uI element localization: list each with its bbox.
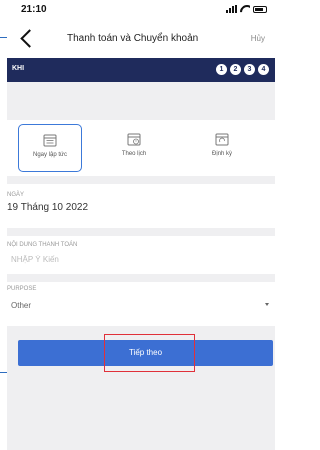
step-2: 2 <box>230 64 241 75</box>
wifi-icon <box>240 5 250 13</box>
option-immediate-label: Ngay lập tức <box>32 152 68 158</box>
step-3: 3 <box>244 64 255 75</box>
date-label: NGÀY <box>7 192 25 198</box>
phone-screen: 21:10 Thanh toán và Chuyển khoản Hủy KHI… <box>7 0 275 450</box>
page-title: Thanh toán và Chuyển khoản <box>67 33 199 44</box>
option-scheduled[interactable]: Theo lịch <box>102 124 166 172</box>
status-bar: 21:10 <box>7 0 275 20</box>
signal-icon <box>226 5 237 13</box>
status-icons <box>226 5 267 13</box>
date-value: 19 Tháng 10 2022 <box>7 202 89 213</box>
purpose-select[interactable]: Other <box>11 298 269 314</box>
calendar-list-icon <box>43 134 57 147</box>
option-scheduled-label: Theo lịch <box>121 151 147 157</box>
schedule-options: Ngay lập tức Theo lịch Định kỳ <box>7 120 275 176</box>
payment-content-field: NỘI DUNG THANH TOÁN <box>7 236 275 274</box>
option-recurring-label: Định kỳ <box>211 151 232 157</box>
step-indicators: 1 2 3 4 <box>216 64 269 75</box>
highlight-box <box>104 334 195 372</box>
caret-down-icon <box>265 303 269 306</box>
calendar-clock-icon <box>127 133 141 146</box>
calendar-repeat-icon <box>215 133 229 146</box>
purpose-field: PURPOSE Other <box>7 282 275 326</box>
purpose-value: Other <box>11 301 32 310</box>
battery-icon <box>253 5 267 13</box>
payment-content-input[interactable] <box>11 255 251 264</box>
date-field[interactable]: NGÀY 19 Tháng 10 2022 <box>7 184 275 228</box>
step-1: 1 <box>216 64 227 75</box>
purpose-label: PURPOSE <box>7 286 37 292</box>
back-chevron-icon[interactable] <box>17 26 41 50</box>
step-4: 4 <box>258 64 269 75</box>
status-time: 21:10 <box>21 4 47 15</box>
payment-content-label: NỘI DUNG THANH TOÁN <box>7 242 78 248</box>
option-recurring[interactable]: Định kỳ <box>190 124 254 172</box>
step-bar: KHI 1 2 3 4 <box>7 58 275 82</box>
cancel-button[interactable]: Hủy <box>251 34 265 43</box>
header-bar: Thanh toán và Chuyển khoản Hủy <box>7 20 275 58</box>
option-immediate[interactable]: Ngay lập tức <box>18 124 82 172</box>
step-label: KHI <box>12 65 25 72</box>
